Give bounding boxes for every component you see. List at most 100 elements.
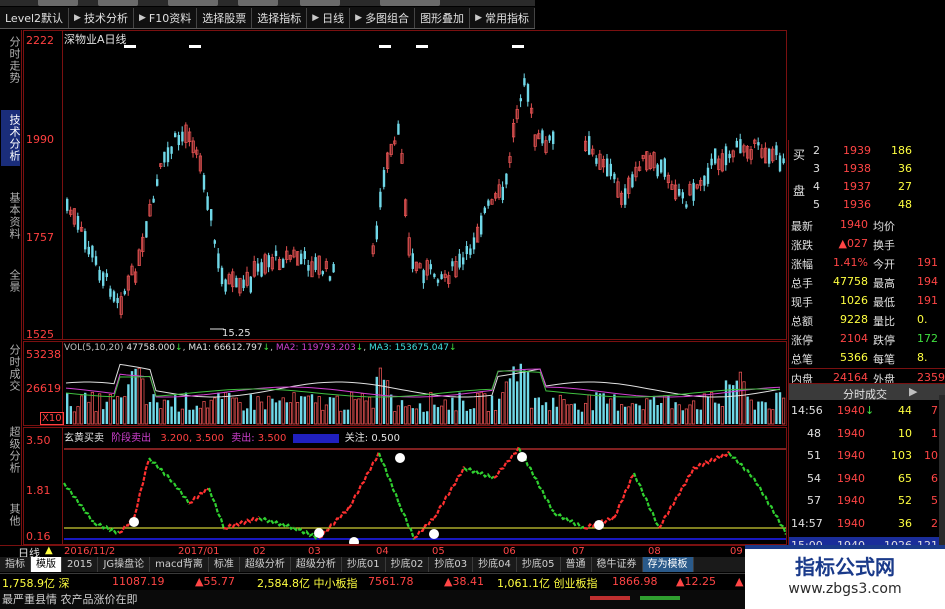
candle-body (213, 240, 216, 244)
top-tab[interactable] (38, 0, 78, 6)
candle-body (249, 276, 252, 293)
volume-bar (616, 410, 620, 424)
candle-body (523, 78, 526, 86)
signal-marker (512, 45, 524, 48)
candle-body (728, 153, 731, 159)
tab-bottom-05[interactable]: 抄底05 (517, 557, 561, 572)
trade-row[interactable]: 54 1940 65 6 (789, 470, 945, 488)
top-tab[interactable] (300, 0, 340, 6)
volume-bar (123, 396, 127, 425)
volume-bar (253, 409, 256, 424)
toolbar-overlay-button[interactable]: 图形叠加 (415, 7, 471, 28)
tab-normal[interactable]: 普通 (561, 557, 592, 572)
volume-bar (313, 402, 318, 425)
news-ticker[interactable]: 最严重县情 农产品涨价在即 (0, 590, 745, 609)
volume-bar (548, 410, 552, 425)
toolbar-f10-button[interactable]: ▶ F10资料 (134, 7, 198, 28)
bid-row[interactable]: 2 1939 186 (789, 142, 945, 160)
indicator-line (613, 473, 635, 519)
toolbar-select-indicator-button[interactable]: 选择指标 (252, 7, 308, 28)
candle-body (462, 257, 465, 265)
tab-standard[interactable]: 标准 (209, 557, 240, 572)
tab-intraday[interactable]: 分时走势 (1, 32, 21, 88)
tab-technical[interactable]: 技术分析 (1, 110, 21, 166)
arrow-right-icon[interactable]: ▶ (909, 385, 917, 398)
cursor-icon[interactable]: ▲ (45, 545, 53, 556)
stat-label: 总笔 (791, 353, 813, 366)
tab-other[interactable]: 其他 (1, 500, 21, 530)
index-amount[interactable]: 1,061.1亿 创业板指 (497, 575, 597, 591)
volume-bar (271, 398, 274, 424)
toolbar-level2-button[interactable]: Level2默认 (0, 7, 70, 28)
price-axis-label: 1525 (26, 328, 54, 341)
tab-super-2[interactable]: 超级分析 (291, 557, 342, 572)
trade-price: 1940 (837, 516, 865, 530)
volume-chart[interactable] (24, 342, 786, 425)
trade-row[interactable]: 14:56 1940 ↓ 44 7 (789, 402, 945, 420)
candle-body (202, 175, 206, 190)
toolbar-period-button[interactable]: ▶ 日线 (307, 7, 351, 28)
indicator-chart[interactable] (24, 428, 786, 544)
top-tab[interactable] (380, 0, 440, 6)
tab-bottom-02[interactable]: 抄底02 (386, 557, 430, 572)
bid-volume: 27 (898, 180, 912, 193)
trade-row[interactable]: 14:57 1940 36 2 (789, 515, 945, 533)
volume-bar (516, 381, 519, 424)
bid-row[interactable]: 4 1937 27 (789, 178, 945, 196)
tab-bottom-01[interactable]: 抄底01 (342, 557, 386, 572)
volume-bar (102, 409, 105, 424)
tab-bottom-04[interactable]: 抄底04 (473, 557, 517, 572)
tab-jg[interactable]: JG操盘论 (98, 557, 151, 572)
tab-wenniu[interactable]: 稳牛证券 (592, 557, 643, 572)
toolbar-multi-chart-button[interactable]: ▶ 多图组合 (350, 7, 416, 28)
top-tab[interactable] (238, 0, 278, 6)
volume-bar (638, 405, 641, 424)
tab-panorama[interactable]: 全景 (1, 266, 21, 296)
toolbar-common-indicator-button[interactable]: ▶ 常用指标 (470, 7, 535, 28)
tab-super-analysis[interactable]: 超级分析 (1, 422, 21, 478)
scrollbar[interactable] (939, 395, 945, 560)
volume-axis-label: 53238 (26, 348, 61, 361)
volume-bar (90, 391, 94, 425)
tab-time-trades[interactable]: 分时成交 (1, 340, 21, 396)
stat-label: 最高 (873, 277, 895, 290)
indicator-label: 关注 (344, 433, 365, 444)
tab-indicator[interactable]: 指标 (0, 557, 31, 572)
candle-body (321, 271, 324, 275)
index-amount[interactable]: 2,584.8亿 中小板指 (257, 575, 357, 591)
tab-bottom-03[interactable]: 抄底03 (429, 557, 474, 572)
tab-fundamentals[interactable]: 基本资料 (1, 188, 21, 244)
tab-2015[interactable]: 2015 (62, 557, 99, 572)
volume-bar (343, 409, 346, 424)
date-label: 2016/11/2 (64, 546, 116, 557)
candle-body (145, 221, 148, 238)
volume-bar (620, 404, 624, 425)
volume-bar (310, 394, 314, 424)
volume-bar (475, 392, 480, 425)
status-bar (640, 596, 680, 600)
bid-row[interactable]: 3 1938 36 (789, 160, 945, 178)
arrow-down-icon: ↓ (865, 404, 875, 417)
trade-row[interactable]: 51 1940 103 10 (789, 447, 945, 465)
index-amount[interactable]: 1,758.9亿 深 (2, 575, 69, 591)
top-tab[interactable] (98, 0, 138, 6)
save-template-button[interactable]: 存为模板 (642, 557, 694, 572)
bid-row[interactable]: 5 1936 48 (789, 196, 945, 214)
candlestick-chart[interactable] (24, 31, 786, 339)
candle-body (307, 265, 310, 271)
volume-bar (422, 411, 425, 424)
buy-signal-icon (349, 537, 359, 544)
stat-value: 191 (917, 294, 938, 307)
trade-row[interactable]: 48 1940 10 1 (789, 425, 945, 443)
volume-bar (558, 394, 563, 425)
trade-row[interactable]: 57 1940 52 5 (789, 492, 945, 510)
top-tab[interactable] (168, 0, 218, 6)
tab-template[interactable]: 模版 (31, 557, 62, 572)
toolbar-tech-button[interactable]: ▶ 技术分析 (69, 7, 134, 28)
toolbar-select-stock-button[interactable]: 选择股票 (197, 7, 253, 28)
tab-macd[interactable]: macd背离 (150, 557, 209, 572)
candle-body (267, 255, 270, 268)
tab-super-1[interactable]: 超级分析 (240, 557, 291, 572)
volume-bar (566, 404, 570, 425)
trades-header: 分时成交 ▶ (789, 383, 945, 401)
